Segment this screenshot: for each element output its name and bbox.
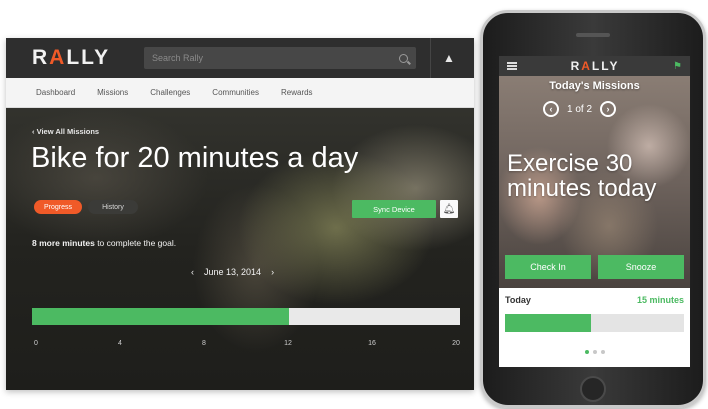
search-icon[interactable] xyxy=(399,53,408,63)
snooze-button[interactable]: Snooze xyxy=(598,255,684,279)
page-dot[interactable] xyxy=(592,350,597,354)
check-in-button[interactable]: Check In xyxy=(505,255,591,279)
page-dot[interactable] xyxy=(600,350,605,354)
nav-item-rewards[interactable]: Rewards xyxy=(281,88,313,97)
scale-tick: 20 xyxy=(452,340,460,347)
marketing-composite: RALLY Search Rally ▲ Dashboard Missions … xyxy=(0,0,708,409)
date-selector: ‹ June 13, 2014 › xyxy=(191,267,274,277)
tab-progress[interactable]: Progress xyxy=(34,200,82,214)
rally-logo[interactable]: RALLY xyxy=(32,46,144,70)
nav-item-challenges[interactable]: Challenges xyxy=(150,88,190,97)
mobile-progress-fill xyxy=(505,314,591,332)
search-input[interactable]: Search Rally xyxy=(144,47,416,69)
page-indicator xyxy=(499,350,690,354)
progress-fill xyxy=(32,308,289,325)
mission-pager: ‹ 1 of 2 › xyxy=(543,101,617,117)
chevron-right-icon[interactable]: › xyxy=(271,267,274,277)
minutes-label: 15 minutes xyxy=(636,295,684,305)
phone-screen: RALLY ⚑ Today's Missions ‹ 1 of 2 › Exer… xyxy=(499,56,690,367)
nav-item-missions[interactable]: Missions xyxy=(97,88,128,97)
mission-title: Bike for 20 minutes a day xyxy=(31,142,359,174)
main-nav: Dashboard Missions Challenges Communitie… xyxy=(6,78,474,108)
alert-icon[interactable]: ▲ xyxy=(443,51,455,65)
nav-item-communities[interactable]: Communities xyxy=(212,88,259,97)
mobile-top-bar: RALLY ⚑ xyxy=(499,56,690,76)
flag-icon[interactable]: ⚑ xyxy=(673,61,682,72)
scale-tick: 4 xyxy=(118,340,122,347)
today-label: Today xyxy=(505,295,531,305)
divider xyxy=(430,38,431,78)
back-link[interactable]: ‹ View All Missions xyxy=(32,127,99,136)
progress-scale: 0 4 8 12 16 20 xyxy=(6,340,474,350)
phone-speaker xyxy=(576,33,610,37)
nav-item-dashboard[interactable]: Dashboard xyxy=(36,88,75,97)
phone-mockup: RALLY ⚑ Today's Missions ‹ 1 of 2 › Exer… xyxy=(480,10,706,408)
mobile-heading: Today's Missions xyxy=(549,80,640,92)
scale-tick: 0 xyxy=(34,340,38,347)
mobile-mission-title: Exercise 30 minutes today xyxy=(507,150,657,202)
mobile-rally-logo[interactable]: RALLY xyxy=(571,59,620,73)
chevron-left-icon[interactable]: ‹ xyxy=(543,101,559,117)
scale-tick: 16 xyxy=(368,340,376,347)
menu-icon[interactable] xyxy=(507,62,517,70)
date-label: June 13, 2014 xyxy=(204,267,262,277)
sync-device-button[interactable]: Sync Device xyxy=(352,200,436,218)
bell-icon[interactable]: 🔔︎ xyxy=(440,200,458,218)
scale-tick: 8 xyxy=(202,340,206,347)
today-panel: Today 15 minutes xyxy=(499,288,690,367)
scale-tick: 12 xyxy=(284,340,292,347)
page-dot[interactable] xyxy=(584,350,589,354)
mobile-progress-bar xyxy=(505,314,684,332)
top-bar: RALLY Search Rally ▲ xyxy=(6,38,474,78)
search-placeholder: Search Rally xyxy=(152,53,204,63)
chevron-left-icon[interactable]: ‹ xyxy=(191,267,194,277)
home-button[interactable] xyxy=(580,376,606,402)
goal-remaining: 8 more minutes xyxy=(32,238,95,248)
goal-suffix: to complete the goal. xyxy=(94,238,177,248)
progress-bar xyxy=(32,308,460,325)
tab-history[interactable]: History xyxy=(88,200,138,214)
goal-text: 8 more minutes to complete the goal. xyxy=(32,238,176,248)
desktop-mockup: RALLY Search Rally ▲ Dashboard Missions … xyxy=(6,38,474,390)
pager-label: 1 of 2 xyxy=(567,103,593,115)
chevron-right-icon[interactable]: › xyxy=(600,101,617,117)
